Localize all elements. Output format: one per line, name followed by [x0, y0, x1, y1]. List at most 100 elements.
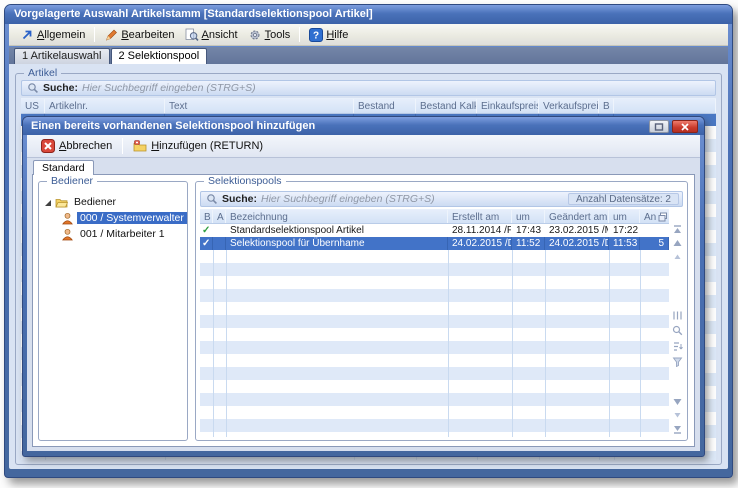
tree-expander-icon[interactable] — [43, 198, 52, 207]
gear-icon — [248, 28, 262, 42]
menu-bearbeiten[interactable]: Bearbeiten — [99, 26, 179, 44]
artikel-search-placeholder: Hier Suchbegriff eingeben (STRG+S) — [82, 82, 256, 94]
column-header-verkaufspreis[interactable]: Verkaufspreis — [539, 99, 599, 113]
restore-button[interactable] — [649, 120, 669, 133]
pools-search-bar[interactable]: Suche: Hier Suchbegriff eingeben (STRG+S… — [200, 191, 683, 207]
cell-erstellt-am: 24.02.2015 /Di — [448, 237, 512, 250]
dialog-titlebar[interactable]: Einen bereits vorhandenen Selektionspool… — [23, 117, 704, 135]
column-header-geaendert-am[interactable]: Geändert am — [545, 210, 609, 223]
tab-selektionspool[interactable]: 2 Selektionspool — [111, 48, 208, 64]
abbrechen-label: Abbrechen — [59, 140, 112, 152]
search-icon — [27, 82, 39, 94]
pools-search-label: Suche: — [222, 193, 257, 205]
column-header-bestand-kalk[interactable]: Bestand Kalk. — [416, 99, 477, 113]
column-chooser-icon — [658, 212, 668, 222]
tree-item-mitarbeiter[interactable]: 001 / Mitarbeiter 1 — [43, 226, 185, 242]
folder-icon — [55, 196, 68, 209]
dialog-panel: Bediener Bediener — [32, 174, 695, 447]
tree-item-systemverwalter[interactable]: 000 / Systemverwalter — [43, 210, 185, 226]
artikel-search-label: Suche: — [43, 82, 78, 94]
tree-item-label[interactable]: 000 / Systemverwalter — [77, 212, 187, 224]
search-list-icon[interactable] — [672, 325, 683, 336]
tree-node-label[interactable]: Bediener — [71, 196, 119, 208]
cell-erstellt-um: 11:52 — [512, 237, 545, 250]
scroll-bottom-icon[interactable] — [672, 424, 683, 435]
hinzufuegen-label: Hinzufügen (RETURN) — [151, 140, 263, 152]
table-row-selected[interactable]: ✓ Selektionspool für Übernhame 24.02.201… — [200, 237, 669, 250]
column-header-an[interactable]: An — [640, 210, 669, 223]
menu-tools[interactable]: Tools — [243, 26, 296, 44]
artikel-legend: Artikel — [24, 67, 61, 80]
active-checkmark: ✓ — [200, 224, 213, 237]
artikel-table-header: US Artikelnr. Text Bestand Bestand Kalk.… — [21, 98, 716, 114]
window-title: Vorgelagerte Auswahl Artikelstamm [Stand… — [14, 8, 373, 20]
column-header-text[interactable]: Text — [165, 99, 354, 113]
bediener-tree: Bediener 000 / Systemverwalter 001 / Mit… — [43, 194, 185, 242]
menu-allgemein[interactable]: Allgemein — [15, 26, 90, 44]
filter-icon[interactable] — [672, 356, 683, 367]
dialog-title: Einen bereits vorhandenen Selektionspool… — [31, 120, 315, 132]
cell-an — [640, 224, 669, 237]
user-icon — [61, 212, 74, 225]
cell-bezeichnung: Standardselektionspool Artikel — [226, 224, 448, 237]
search-icon — [206, 193, 218, 205]
window-titlebar[interactable]: Vorgelagerte Auswahl Artikelstamm [Stand… — [5, 5, 732, 24]
column-header-bestand[interactable]: Bestand — [354, 99, 416, 113]
column-header-erstellt-am[interactable]: Erstellt am — [448, 210, 512, 223]
menu-ansicht[interactable]: Ansicht — [180, 26, 243, 44]
tab-artikelauswahl[interactable]: 1 Artikelauswahl — [14, 48, 110, 64]
view-magnifier-icon — [185, 28, 199, 42]
page-up-icon[interactable] — [672, 251, 683, 262]
scroll-up-icon[interactable] — [672, 238, 683, 249]
active-checkmark: ✓ — [200, 237, 213, 250]
column-header-um[interactable]: um — [609, 210, 640, 223]
column-header-einkaufspreis[interactable]: Einkaufspreis — [477, 99, 539, 113]
list-side-toolbar — [670, 222, 684, 437]
abbrechen-button[interactable]: Abbrechen — [35, 137, 118, 155]
column-header-us[interactable]: US — [21, 99, 45, 113]
add-selektionspool-dialog: Einen bereits vorhandenen Selektionspool… — [22, 116, 705, 457]
pools-table-header: B A Bezeichnung Erstellt am um Geändert … — [200, 209, 669, 224]
menu-separator — [94, 27, 95, 42]
selektionspools-legend: Selektionspools — [204, 175, 286, 188]
column-header-b[interactable]: B — [200, 210, 213, 223]
cell-erstellt-am: 28.11.2014 /Fr — [448, 224, 512, 237]
menu-hilfe[interactable]: ? Hilfe — [304, 26, 353, 44]
close-button[interactable] — [672, 120, 698, 133]
page-down-icon[interactable] — [672, 410, 683, 421]
tab-strip: 1 Artikelauswahl 2 Selektionspool — [9, 47, 728, 64]
column-header-artikelnr[interactable]: Artikelnr. — [45, 99, 165, 113]
tree-item-label[interactable]: 001 / Mitarbeiter 1 — [77, 228, 168, 240]
column-header-a[interactable]: A — [213, 210, 226, 223]
column-header-b[interactable]: B — [599, 99, 614, 113]
menu-separator — [299, 27, 300, 42]
hinzufuegen-button[interactable]: Hinzufügen (RETURN) — [127, 137, 269, 155]
cell-bezeichnung: Selektionspool für Übernhame — [226, 237, 448, 250]
user-icon — [61, 228, 74, 241]
column-header-filler — [614, 99, 716, 113]
tab-standard[interactable]: Standard — [33, 160, 94, 175]
pools-row-area[interactable] — [200, 250, 669, 437]
column-options-icon[interactable] — [672, 310, 683, 321]
artikel-search-bar[interactable]: Suche: Hier Suchbegriff eingeben (STRG+S… — [21, 80, 716, 96]
edit-tool-icon — [104, 28, 118, 42]
cancel-x-icon — [41, 139, 55, 153]
sort-icon[interactable] — [672, 341, 683, 352]
selektionspools-groupbox: Selektionspools Suche: Hier Suchbegriff … — [195, 181, 688, 441]
bediener-groupbox: Bediener Bediener — [38, 181, 188, 441]
menu-bar: Allgemein Bearbeiten Ansicht Tools ? — [9, 24, 728, 46]
tree-node-bediener[interactable]: Bediener — [43, 194, 185, 210]
toolbar-separator — [122, 138, 123, 154]
column-header-bezeichnung[interactable]: Bezeichnung — [226, 210, 448, 223]
menu-hilfe-label: Hilfe — [326, 29, 348, 41]
cell-geaendert-um: 17:22 — [609, 224, 640, 237]
scroll-top-icon[interactable] — [672, 224, 683, 235]
scroll-down-icon[interactable] — [672, 396, 683, 407]
menu-ansicht-label: Ansicht — [202, 29, 238, 41]
table-row[interactable]: ✓ Standardselektionspool Artikel 28.11.2… — [200, 224, 669, 237]
cell-erstellt-um: 17:43 — [512, 224, 545, 237]
cell-geaendert-am: 23.02.2015 /Mo — [545, 224, 609, 237]
bediener-legend: Bediener — [47, 175, 97, 188]
column-header-um[interactable]: um — [512, 210, 545, 223]
cell-geaendert-am: 24.02.2015 /Di — [545, 237, 609, 250]
